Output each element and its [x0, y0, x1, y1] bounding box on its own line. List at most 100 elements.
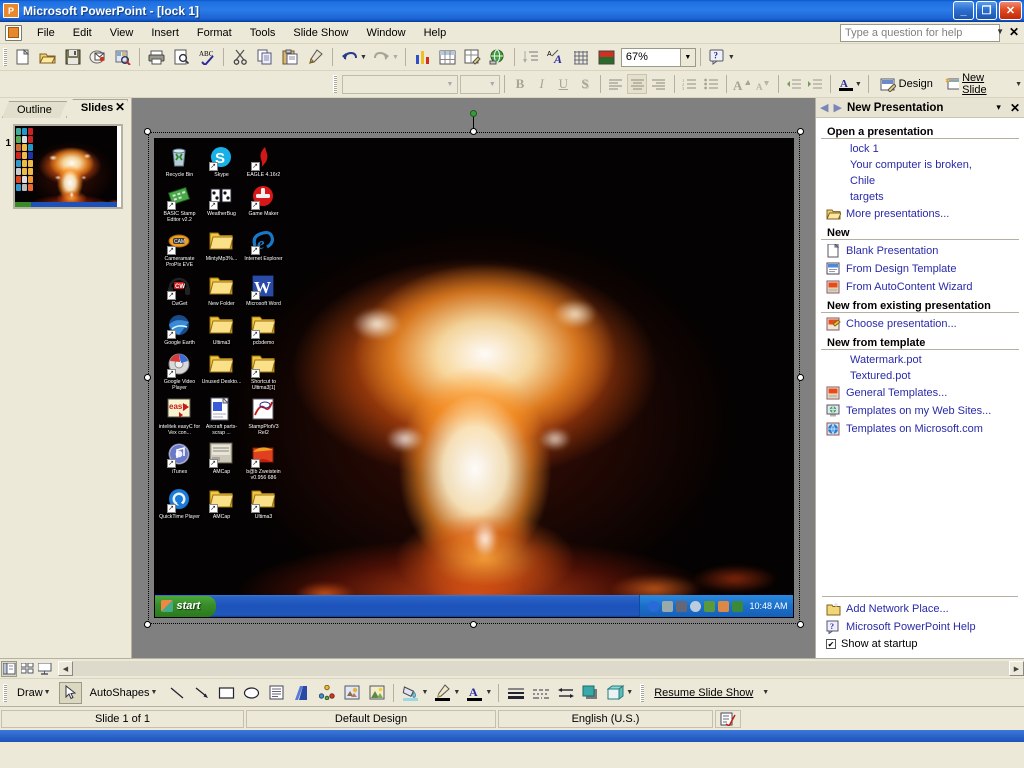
paste-icon[interactable] [279, 46, 302, 68]
desktop-icon[interactable]: easy intelitek easyC for Vex con... [159, 397, 201, 436]
help-question-close-icon[interactable]: ✕ [1009, 25, 1019, 39]
toolbar-grip[interactable] [3, 48, 7, 66]
slide-show-button[interactable] [37, 661, 53, 677]
new-slide-button[interactable]: New Slide [940, 70, 1011, 98]
insert-hyperlink-icon[interactable] [486, 46, 509, 68]
desktop-icon[interactable]: ↗ QuickTime Player [159, 487, 201, 520]
desktop-icon[interactable]: ↗ AMCap [201, 487, 243, 520]
desktop-icon[interactable]: ↗ Game Maker [243, 184, 285, 223]
restore-button[interactable]: ❐ [976, 1, 997, 20]
cut-scissors-icon[interactable] [229, 46, 252, 68]
select-objects-icon[interactable] [58, 681, 82, 704]
desktop-icon[interactable]: CAM ↗ Cameramate ProPix EVE [159, 229, 201, 268]
resize-handle-w[interactable] [143, 374, 151, 381]
help-question-input[interactable]: Type a question for help [840, 24, 1000, 42]
desktop-icon[interactable]: Recycle Bin [159, 145, 201, 178]
email-icon[interactable] [86, 46, 109, 68]
tables-and-borders-icon[interactable] [461, 46, 484, 68]
task-pane-link[interactable]: Chile [816, 173, 1024, 189]
bold-button[interactable]: B [510, 74, 530, 94]
fill-color-icon[interactable] [399, 682, 422, 704]
task-pane-link[interactable]: Watermark.pot [816, 352, 1024, 368]
document-control-icon[interactable] [5, 24, 22, 41]
insert-clip-art-icon[interactable] [340, 682, 363, 704]
align-left-icon[interactable] [606, 74, 626, 94]
help-icon[interactable]: ? [706, 46, 729, 68]
horizontal-scrollbar[interactable]: ◀ ▶ [58, 661, 1024, 676]
help-question-dropdown-icon[interactable]: ▼ [996, 27, 1004, 36]
oval-icon[interactable] [240, 682, 263, 704]
font-size-dropdown-icon[interactable]: ▼ [485, 76, 499, 93]
desktop-icon[interactable]: ↗ BASIC Stamp Editor v2.2 [159, 184, 201, 223]
color-grayscale-icon[interactable] [595, 46, 618, 68]
task-pane-link[interactable]: Choose presentation... [816, 315, 1024, 333]
resume-slide-show-button[interactable]: Resume Slide Show [649, 685, 758, 701]
link-powerpoint-help[interactable]: ? Microsoft PowerPoint Help [816, 618, 1024, 636]
menu-insert[interactable]: Insert [142, 24, 188, 42]
slide-thumbnail-1[interactable] [13, 124, 123, 209]
design-button[interactable]: Design [875, 75, 938, 94]
show-at-startup-row[interactable]: ✔ Show at startup [816, 636, 1024, 652]
start-button[interactable]: start [154, 595, 217, 617]
resize-handle-n[interactable] [469, 128, 477, 135]
status-spelling-icon[interactable] [715, 709, 741, 728]
slide-canvas[interactable]: Recycle Bin S ↗ Skype ↗ EAGLE 4.16r2 ↗ BASIC St… [153, 138, 794, 618]
desktop-icon[interactable]: W ↗ Microsoft Word [243, 274, 285, 307]
insert-picture-icon[interactable] [365, 682, 388, 704]
font-name-dropdown-icon[interactable]: ▼ [443, 76, 457, 93]
menu-help[interactable]: Help [415, 24, 456, 42]
decrease-font-size-icon[interactable]: A [753, 74, 773, 94]
rectangle-icon[interactable] [215, 682, 238, 704]
font-size-combobox[interactable]: ▼ [459, 74, 501, 94]
line-color-icon[interactable] [431, 682, 454, 704]
desktop-icon[interactable]: ↗ iTunes [159, 442, 201, 481]
show-at-startup-checkbox[interactable]: ✔ [826, 639, 836, 649]
numbered-list-icon[interactable]: 123 [680, 74, 700, 94]
task-pane-link[interactable]: Templates on my Web Sites... [816, 402, 1024, 420]
task-pane-link[interactable]: Textured.pot [816, 368, 1024, 384]
toolbar-overflow-icon[interactable]: ▼ [728, 54, 735, 61]
menu-format[interactable]: Format [188, 24, 241, 42]
menu-file[interactable]: File [28, 24, 64, 42]
task-pane-link[interactable]: More presentations... [816, 205, 1024, 223]
tray-icon-2[interactable] [662, 600, 674, 612]
desktop-icon[interactable]: ↗ Ultima3 [243, 487, 285, 520]
menu-slide-show[interactable]: Slide Show [284, 24, 357, 42]
redo-icon[interactable] [370, 46, 393, 68]
copy-icon[interactable] [254, 46, 277, 68]
zoom-combobox[interactable]: 67% ▼ [620, 47, 696, 67]
menu-tools[interactable]: Tools [241, 24, 285, 42]
desktop-icon[interactable]: StampPlotV3 Rel2 [243, 397, 285, 436]
text-box-icon[interactable] [265, 682, 288, 704]
dash-style-icon[interactable] [529, 682, 552, 704]
arrow-style-icon[interactable] [554, 682, 577, 704]
align-center-icon[interactable] [627, 74, 648, 94]
new-document-icon[interactable] [11, 46, 34, 68]
scroll-track[interactable] [73, 661, 1009, 676]
task-pane-dropdown-icon[interactable]: ▾ [996, 102, 1001, 113]
draw-dropdown-icon[interactable]: ▼ [44, 689, 51, 696]
desktop-icon[interactable]: ↗ pcbdemo [243, 313, 285, 346]
tray-icon-4[interactable] [690, 600, 702, 612]
resume-show-grip[interactable] [640, 683, 645, 702]
tray-volume-icon[interactable] [732, 600, 744, 612]
undo-icon[interactable] [338, 46, 361, 68]
rotation-handle[interactable] [469, 110, 477, 117]
line-icon[interactable] [165, 682, 188, 704]
scroll-right-button[interactable]: ▶ [1009, 661, 1024, 676]
task-pane-link[interactable]: lock 1 [816, 141, 1024, 157]
align-right-icon[interactable] [649, 74, 669, 94]
insert-table-icon[interactable] [436, 46, 459, 68]
desktop-icon[interactable]: Aircraft parts-scrap ... [201, 397, 243, 436]
scroll-left-button[interactable]: ◀ [58, 661, 73, 676]
arrow-icon[interactable] [190, 682, 213, 704]
insert-diagram-icon[interactable] [315, 682, 338, 704]
formatting-toolbar-grip[interactable] [333, 75, 337, 93]
drawing-toolbar-grip[interactable] [3, 683, 7, 702]
resize-handle-sw[interactable] [143, 621, 151, 628]
shadow-style-icon[interactable] [579, 682, 602, 704]
font-color-drawing-icon[interactable]: A [463, 682, 486, 704]
desktop-icon[interactable]: ↗ Shortcut to Ultima3[1] [243, 352, 285, 391]
search-icon[interactable] [111, 46, 134, 68]
show-formatting-icon[interactable]: AA [545, 46, 568, 68]
